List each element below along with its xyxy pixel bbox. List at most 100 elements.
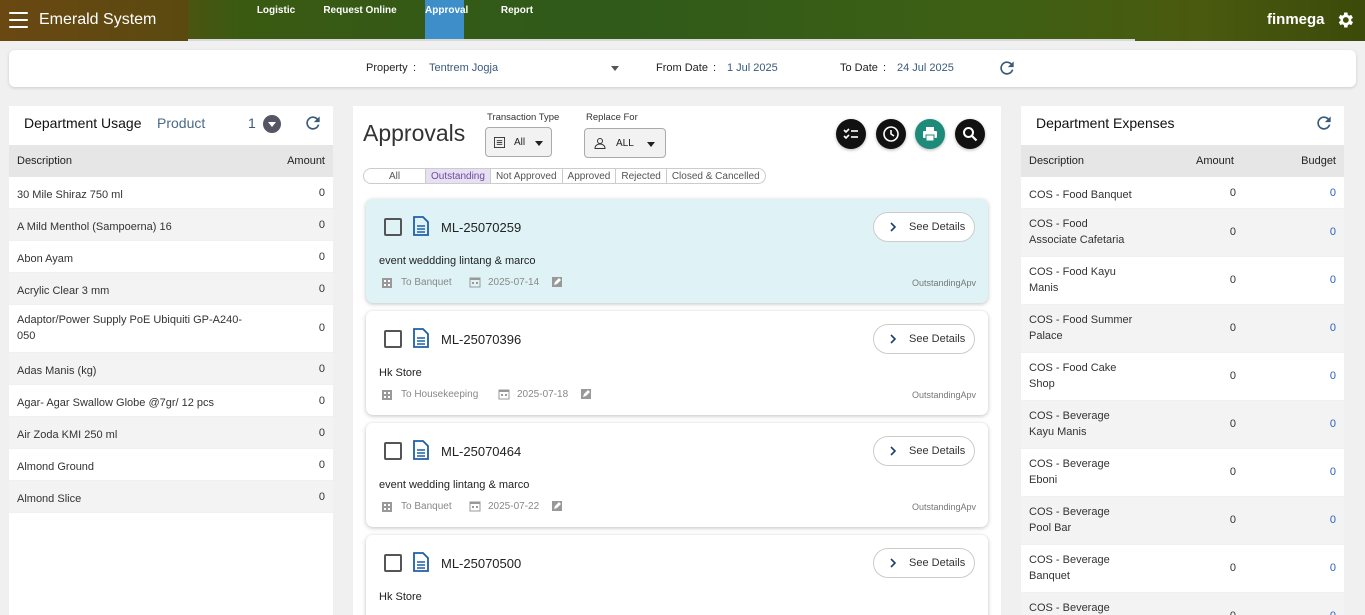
- tab-outstanding[interactable]: Outstanding: [426, 169, 491, 183]
- usage-mode: Product: [157, 115, 206, 131]
- see-details-button[interactable]: See Details: [873, 436, 975, 466]
- calendar-icon: [469, 277, 481, 288]
- row-amount: 0: [318, 459, 325, 471]
- chevron-right-icon: [890, 558, 897, 568]
- table-row[interactable]: Air Zoda KMI 250 ml 0: [9, 417, 333, 449]
- status-badge: OutstandingApv: [911, 390, 976, 400]
- transaction-type-select[interactable]: All: [485, 127, 552, 157]
- see-details-button[interactable]: See Details: [873, 324, 975, 354]
- table-row[interactable]: COS - Beverage Eboni 0 0: [1021, 449, 1344, 497]
- request-description: Hk Store: [379, 367, 422, 379]
- document-icon[interactable]: [413, 440, 429, 460]
- nav-approval[interactable]: Approval: [425, 0, 468, 41]
- dropdown-icon[interactable]: [263, 115, 281, 133]
- row-budget[interactable]: 0: [1330, 418, 1336, 430]
- tab-all[interactable]: All: [364, 169, 426, 183]
- row-amount: 0: [1229, 370, 1236, 382]
- row-amount: 0: [318, 322, 325, 334]
- see-details-button[interactable]: See Details: [873, 548, 975, 578]
- menu-icon[interactable]: [9, 12, 28, 28]
- table-row[interactable]: COS - Beverage 0 0: [1021, 593, 1344, 615]
- department-usage-title: Department Usage: [24, 115, 142, 131]
- chevron-down-icon[interactable]: [611, 66, 619, 71]
- request-destination: To Housekeeping: [401, 389, 479, 400]
- search-icon: [963, 127, 978, 142]
- row-description: Almond Slice: [17, 493, 82, 505]
- from-date-input[interactable]: 1 Jul 2025: [727, 62, 778, 74]
- tab-approved[interactable]: Approved: [563, 169, 617, 183]
- see-details-button[interactable]: See Details: [873, 212, 975, 242]
- row-budget[interactable]: 0: [1330, 274, 1336, 286]
- table-row[interactable]: Almond Slice 0: [9, 481, 333, 513]
- refresh-icon[interactable]: [1314, 113, 1334, 133]
- approval-card[interactable]: ML-25070464 See Details event wedding li…: [366, 423, 988, 527]
- approval-card[interactable]: ML-25070396 See Details Hk Store To Hous…: [366, 311, 988, 415]
- checklist-button[interactable]: [836, 119, 866, 149]
- table-row[interactable]: COS - Food Associate Cafetaria 0 0: [1021, 209, 1344, 257]
- table-row[interactable]: 30 Mile Shiraz 750 ml 0: [9, 177, 333, 209]
- select-checkbox[interactable]: [384, 442, 402, 460]
- table-row[interactable]: COS - Food Banquet 0 0: [1021, 177, 1344, 209]
- edit-icon[interactable]: [551, 500, 563, 512]
- approval-card[interactable]: ML-25070500 See Details Hk Store: [366, 535, 988, 615]
- table-row[interactable]: Acrylic Clear 3 mm 0: [9, 273, 333, 305]
- table-row[interactable]: Adas Manis (kg) 0: [9, 353, 333, 385]
- row-description: COS - Food Banquet: [1029, 189, 1132, 201]
- to-date-input[interactable]: 24 Jul 2025: [897, 62, 954, 74]
- tab-closed-cancelled[interactable]: Closed & Cancelled: [667, 169, 765, 183]
- tab-not-approved[interactable]: Not Approved: [491, 169, 563, 183]
- document-icon[interactable]: [413, 552, 429, 572]
- nav-logistic[interactable]: Logistic: [250, 0, 302, 41]
- replace-for-select[interactable]: ALL: [584, 128, 666, 158]
- table-row[interactable]: A Mild Menthol (Sampoerna) 16 0: [9, 209, 333, 241]
- building-icon: [382, 278, 392, 288]
- table-row[interactable]: COS - Beverage Banquet 0 0: [1021, 545, 1344, 593]
- nav-request-online[interactable]: Request Online: [320, 0, 400, 41]
- replace-for-label: Replace For: [586, 112, 638, 123]
- property-select[interactable]: Tentrem Jogja: [429, 62, 498, 74]
- select-checkbox[interactable]: [384, 218, 402, 236]
- select-checkbox[interactable]: [384, 554, 402, 572]
- row-description: Acrylic Clear 3 mm: [17, 285, 110, 297]
- request-description: Hk Store: [379, 591, 422, 603]
- row-budget[interactable]: 0: [1330, 187, 1336, 199]
- usage-count: 1: [248, 115, 256, 131]
- document-icon[interactable]: [413, 216, 429, 236]
- nav-report[interactable]: Report: [496, 0, 538, 41]
- refresh-icon[interactable]: [997, 58, 1017, 78]
- request-description: event wedding lintang & marco: [379, 479, 530, 491]
- row-budget[interactable]: 0: [1330, 370, 1336, 382]
- table-row[interactable]: Abon Ayam 0: [9, 241, 333, 273]
- table-row[interactable]: COS - Food Summer Palace 0 0: [1021, 305, 1344, 353]
- search-button[interactable]: [955, 119, 985, 149]
- history-button[interactable]: [876, 119, 906, 149]
- document-icon[interactable]: [413, 328, 429, 348]
- row-budget[interactable]: 0: [1330, 322, 1336, 334]
- table-row[interactable]: COS - Beverage Pool Bar 0 0: [1021, 497, 1344, 545]
- gear-icon[interactable]: [1335, 10, 1355, 30]
- table-row[interactable]: COS - Food Cake Shop 0 0: [1021, 353, 1344, 401]
- row-budget[interactable]: 0: [1330, 610, 1336, 615]
- table-row[interactable]: Adaptor/Power Supply PoE Ubiquiti GP-A24…: [9, 305, 333, 353]
- row-budget[interactable]: 0: [1330, 562, 1336, 574]
- edit-icon[interactable]: [551, 276, 563, 288]
- row-budget[interactable]: 0: [1330, 466, 1336, 478]
- row-amount: 0: [1229, 562, 1236, 574]
- to-date-label: To Date: [840, 62, 878, 74]
- row-budget[interactable]: 0: [1330, 514, 1336, 526]
- app-title: Emerald System: [39, 11, 157, 28]
- tab-rejected[interactable]: Rejected: [616, 169, 667, 183]
- edit-icon[interactable]: [580, 388, 592, 400]
- user-name[interactable]: finmega: [1267, 11, 1325, 28]
- print-button[interactable]: [915, 119, 945, 149]
- table-row[interactable]: COS - Beverage Kayu Manis 0 0: [1021, 401, 1344, 449]
- approval-card[interactable]: ML-25070259 See Details event weddding l…: [366, 199, 988, 303]
- table-row[interactable]: Agar- Agar Swallow Globe @7gr/ 12 pcs 0: [9, 385, 333, 417]
- see-details-label: See Details: [909, 557, 966, 569]
- table-row[interactable]: COS - Food Kayu Manis 0 0: [1021, 257, 1344, 305]
- refresh-icon[interactable]: [303, 113, 323, 133]
- row-description: COS - Beverage Eboni: [1029, 458, 1110, 486]
- table-row[interactable]: Almond Ground 0: [9, 449, 333, 481]
- select-checkbox[interactable]: [384, 330, 402, 348]
- row-budget[interactable]: 0: [1330, 226, 1336, 238]
